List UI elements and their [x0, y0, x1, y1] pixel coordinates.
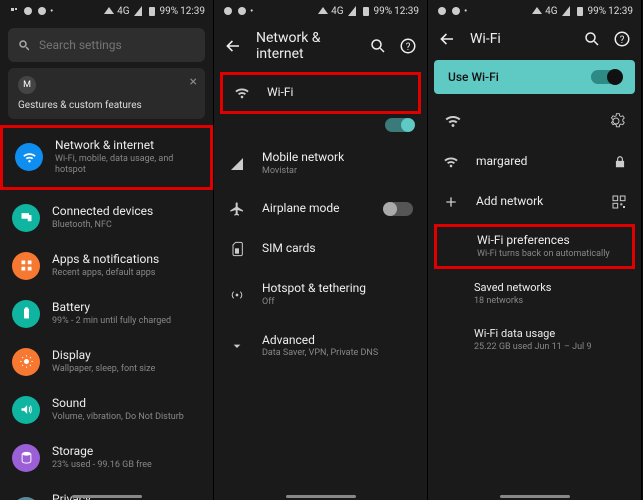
back-icon[interactable]: [438, 30, 456, 48]
battery-icon: [12, 300, 40, 328]
wifi-icon: [233, 85, 251, 101]
time-label: 12:39: [180, 6, 205, 17]
item-network-internet[interactable]: Network & internetWi-Fi, mobile, data us…: [0, 125, 213, 190]
devices-icon: [12, 204, 40, 232]
panel-header: Network & internet ?: [214, 22, 427, 70]
apps-icon: [12, 252, 40, 280]
row-mobile-network[interactable]: Mobile networkMovistar: [214, 138, 427, 189]
settings-panel: • 4G 99% 12:39 × M Gestures & custom fea…: [0, 0, 214, 500]
page-title: Network & internet: [256, 30, 355, 62]
hotspot-icon: [228, 287, 246, 303]
wifi-connected-row[interactable]: [428, 100, 641, 142]
qr-icon[interactable]: [611, 194, 627, 210]
status-bar: • 4G99%12:39: [214, 0, 427, 22]
use-wifi-toggle[interactable]: Use Wi-Fi: [434, 60, 635, 94]
sim-icon: [228, 241, 246, 257]
search-input[interactable]: [39, 38, 195, 52]
search-icon[interactable]: [369, 37, 387, 55]
airplane-icon: [228, 201, 246, 217]
wifi-icon: [442, 154, 460, 170]
item-apps-notifications[interactable]: Apps & notificationsRecent apps, default…: [0, 242, 213, 290]
switch-icon: [591, 70, 621, 84]
wifi-network-row[interactable]: margared: [428, 142, 641, 182]
wifi-preferences[interactable]: Wi-Fi preferences Wi-Fi turns back on au…: [434, 224, 635, 269]
status-bar: • 4G 99% 12:39: [0, 0, 213, 22]
svg-text:?: ?: [406, 42, 411, 53]
sound-icon: [12, 396, 40, 424]
row-airplane-mode[interactable]: Airplane mode: [214, 189, 427, 229]
mobile-icon: [228, 156, 246, 172]
item-connected-devices[interactable]: Connected devicesBluetooth, NFC: [0, 194, 213, 242]
wifi-panel: • 4G99%12:39 Wi-Fi ? Use Wi-Fi margared …: [428, 0, 642, 500]
panel-header: Wi-Fi ?: [428, 22, 641, 56]
nav-handle[interactable]: [72, 495, 142, 498]
help-icon[interactable]: ?: [613, 30, 631, 48]
row-wifi[interactable]: Wi-Fi: [220, 72, 421, 114]
item-display[interactable]: DisplayWallpaper, sleep, font size: [0, 338, 213, 386]
page-title: Wi-Fi: [470, 31, 569, 47]
wifi-icon: [444, 112, 462, 130]
help-icon[interactable]: ?: [399, 37, 417, 55]
add-network-row[interactable]: Add network: [428, 182, 641, 222]
storage-icon: [12, 444, 40, 472]
network-panel: • 4G99%12:39 Network & internet ? Wi-Fi …: [214, 0, 428, 500]
nav-handle[interactable]: [286, 495, 356, 498]
row-sim-cards[interactable]: SIM cards: [214, 229, 427, 269]
moto-text: Gestures & custom features: [18, 100, 195, 111]
row-hotspot[interactable]: Hotspot & tetheringOff: [214, 269, 427, 320]
expand-icon: [228, 338, 246, 354]
row-advanced[interactable]: AdvancedData Saver, VPN, Private DNS: [214, 321, 427, 372]
item-sound[interactable]: SoundVolume, vibration, Do Not Disturb: [0, 386, 213, 434]
moto-tile[interactable]: × M Gestures & custom features: [8, 68, 205, 119]
wifi-toggle[interactable]: [385, 118, 413, 132]
search-icon[interactable]: [583, 30, 601, 48]
close-icon[interactable]: ×: [190, 74, 197, 90]
search-settings[interactable]: [8, 28, 205, 62]
lock-icon: [613, 155, 627, 169]
airplane-toggle[interactable]: [385, 202, 413, 216]
display-icon: [12, 348, 40, 376]
search-icon: [18, 39, 29, 51]
plus-icon: [442, 194, 460, 210]
wifi-data-usage[interactable]: Wi-Fi data usage 25.22 GB used Jun 11 – …: [428, 317, 641, 363]
battery-label: 99%: [160, 6, 179, 17]
nav-handle[interactable]: [500, 495, 570, 498]
svg-text:?: ?: [620, 35, 625, 46]
back-icon[interactable]: [224, 37, 242, 55]
wifi-icon: [15, 143, 43, 171]
gear-icon[interactable]: [607, 112, 625, 130]
status-bar: • 4G99%12:39: [428, 0, 641, 22]
saved-networks[interactable]: Saved networks 18 networks: [428, 271, 641, 317]
item-battery[interactable]: Battery99% - 2 min until fully charged: [0, 290, 213, 338]
item-storage[interactable]: Storage23% used - 99.16 GB free: [0, 434, 213, 482]
signal-label: 4G: [117, 6, 129, 17]
moto-logo: M: [18, 76, 36, 94]
